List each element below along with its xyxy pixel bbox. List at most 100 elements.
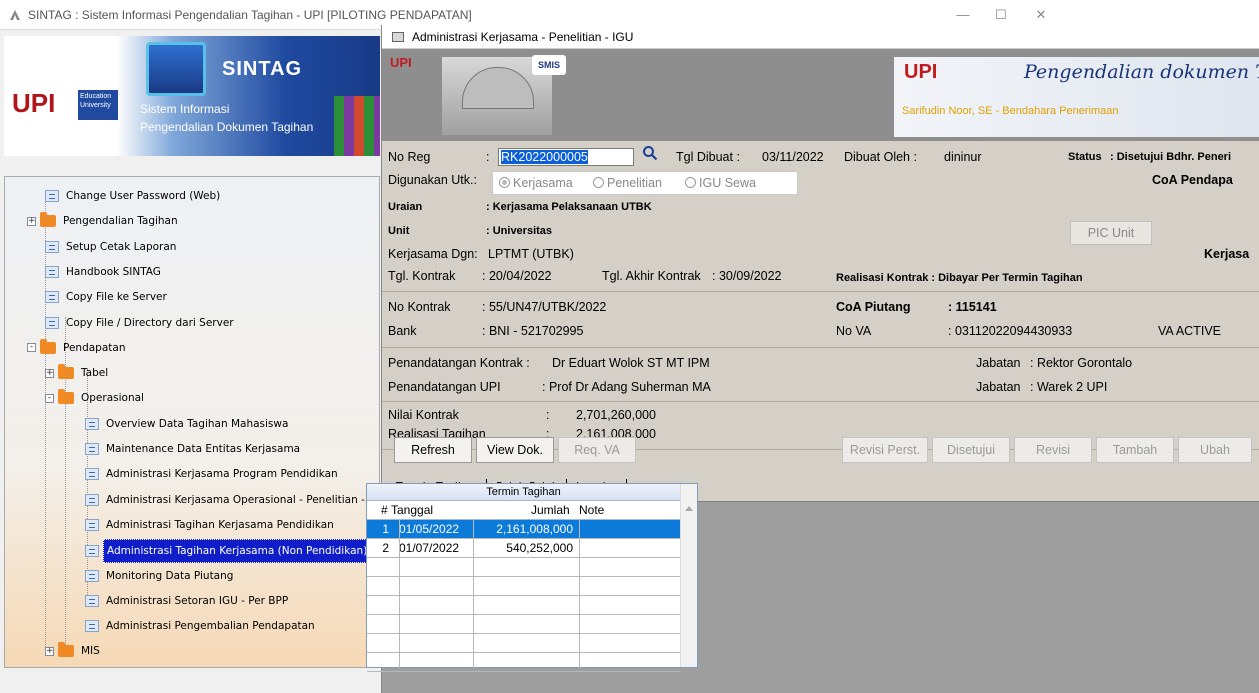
digunakan-label: Digunakan Utk.: [388,173,477,187]
cell-no: 2 [382,541,389,555]
noreg-value: RK2022000005 [501,150,588,164]
collapse-icon[interactable]: - [45,393,54,403]
tree-item[interactable]: Copy File / Directory dari Server [45,312,237,334]
grid-scrollbar[interactable] [680,484,697,667]
tree-item-label: MIS [81,645,100,658]
document-icon [85,468,99,481]
tree-item[interactable]: Copy File ke Server [45,286,170,308]
dibuat-oleh-label: Dibuat Oleh : [844,150,917,164]
table-row[interactable] [367,558,680,577]
maximize-button[interactable]: ☐ [986,4,1016,26]
tree-item-label: Maintenance Data Entitas Kerjasama [106,443,301,455]
table-row[interactable] [367,653,680,672]
tree-item[interactable]: + Tabel [45,362,111,384]
grid-title: Termin Tagihan [367,484,680,501]
document-icon [85,493,99,506]
tree-item[interactable]: Overview Data Tagihan Mahasiswa [85,413,291,435]
sintag-subtitle-2: Pengendalian Dokumen Tagihan [140,120,314,134]
unit-label: Unit [388,225,410,237]
expand-icon[interactable]: + [45,368,54,378]
table-row[interactable] [367,615,680,634]
tree-item[interactable]: Setup Cetak Laporan [45,236,179,258]
coa-piutang-label: CoA Piutang [836,300,911,314]
sintag-subtitle-1: Sistem Informasi [140,102,230,116]
table-row[interactable] [367,577,680,596]
close-button[interactable]: ✕ [1026,4,1056,26]
tree-item[interactable]: Administrasi Kerjasama Operasional - Pen… [85,489,374,511]
status-value: : Disetujui Bdhr. Peneri [1110,151,1232,163]
radio-penelitian[interactable]: Penelitian [593,176,662,190]
ubah-button[interactable]: Ubah [1178,437,1252,463]
scroll-up-arrow-icon[interactable] [685,506,693,511]
app-icon [10,10,20,20]
folder-icon [58,642,74,658]
dibuat-oleh-value: dininur [944,150,982,164]
tree-item[interactable]: + MIS [45,640,103,662]
tree-item[interactable]: Administrasi Tagihan Kerjasama (Non Pend… [85,539,372,564]
column-header-note[interactable]: Note [579,501,604,520]
pengendalian-tagline: Pengendalian dokumen Tag [1024,61,1259,83]
tree-item[interactable]: Handbook SINTAG [45,261,164,283]
radio-circle [499,177,510,188]
tree-item[interactable]: + Pengendalian Tagihan [27,210,181,232]
radio-penelitian-label: Penelitian [607,176,662,190]
noreg-input[interactable]: RK2022000005 [498,148,634,166]
pic-unit-button[interactable]: PIC Unit [1070,221,1152,245]
tree-item[interactable]: +Akuntansi [27,666,118,667]
no-kontrak-label: No Kontrak [388,300,451,314]
main-window-title: SINTAG : Sistem Informasi Pengendalian T… [28,8,472,22]
radio-igu-sewa[interactable]: IGU Sewa [685,176,756,190]
uraian-value: : Kerjasama Pelaksanaan UTBK [486,201,652,213]
grid-header-row: # Tanggal Jumlah Note [367,501,680,520]
jabatan-upi-label: Jabatan [976,380,1021,394]
va-status: VA ACTIVE [1158,324,1221,338]
tree-item[interactable]: Administrasi Tagihan Kerjasama Pendidika… [85,514,337,536]
tree-item[interactable]: - Pendapatan [27,337,128,359]
document-icon [45,240,59,253]
search-icon[interactable] [638,145,662,167]
tree-item[interactable]: Administrasi Kerjasama Program Pendidika… [85,463,341,485]
minimize-button[interactable]: — [948,4,978,26]
table-row[interactable] [367,634,680,653]
penandatangan-upi-value: : Prof Dr Adang Suherman MA [542,380,711,394]
termin-tagihan-grid[interactable]: Termin Tagihan # Tanggal Jumlah Note 1 01… [366,483,698,672]
disetujui-button[interactable]: Disetujui [932,437,1010,463]
revisi-perst-button[interactable]: Revisi Perst. [842,437,928,463]
column-header-jumlah[interactable]: Jumlah [531,501,570,520]
table-row[interactable]: 2 01/07/2022 540,252,000 [367,539,680,558]
refresh-button[interactable]: Refresh [394,437,472,463]
tgl-dibuat-label: Tgl Dibuat : [676,150,740,164]
document-icon [85,620,99,633]
upi-logo-subtitle: Education University [78,90,118,120]
bendahara-name: Sarifudin Noor, SE - Bendahara Penerimaa… [902,105,1119,117]
expand-icon[interactable]: + [27,216,36,226]
radio-kerjasama[interactable]: Kerjasama [499,176,573,190]
req-va-button[interactable]: Req. VA [558,437,636,463]
tambah-button[interactable]: Tambah [1096,437,1174,463]
radio-igu-sewa-label: IGU Sewa [699,176,756,190]
tree-item[interactable]: Administrasi Pengembalian Pendapatan [85,615,318,637]
table-row[interactable]: 1 01/05/2022 2,161,008,000 [367,520,680,539]
expand-icon[interactable]: + [45,646,54,656]
divider [382,347,1259,348]
tree-item[interactable]: Change User Password (Web) [45,185,223,207]
table-row[interactable] [367,596,680,615]
tree-item[interactable]: Administrasi Setoran IGU - Per BPP [85,590,291,612]
document-icon [45,291,59,304]
tree-item-label: Akuntansi [60,666,118,667]
revisi-button[interactable]: Revisi [1014,437,1092,463]
collapse-icon[interactable]: - [27,343,36,353]
view-dok-button[interactable]: View Dok. [476,437,554,463]
realisasi-kontrak: Realisasi Kontrak : Dibayar Per Termin T… [836,272,1083,284]
tree-item-label: Pengendalian Tagihan [63,215,178,228]
column-header-no[interactable]: # [381,501,388,520]
tree-item[interactable]: Monitoring Data Piutang [85,565,236,587]
coa-pendapatan-label: CoA Pendapa [1152,173,1233,187]
grid-column-line [399,520,400,668]
tree-item[interactable]: Maintenance Data Entitas Kerjasama [85,438,303,460]
column-header-tanggal[interactable]: Tanggal [391,501,433,520]
noreg-label: No Reg [388,150,431,164]
tree-item-label: Operasional [81,392,144,405]
tree-item[interactable]: - Operasional [45,387,147,409]
cell-jumlah: 540,252,000 [506,541,573,555]
